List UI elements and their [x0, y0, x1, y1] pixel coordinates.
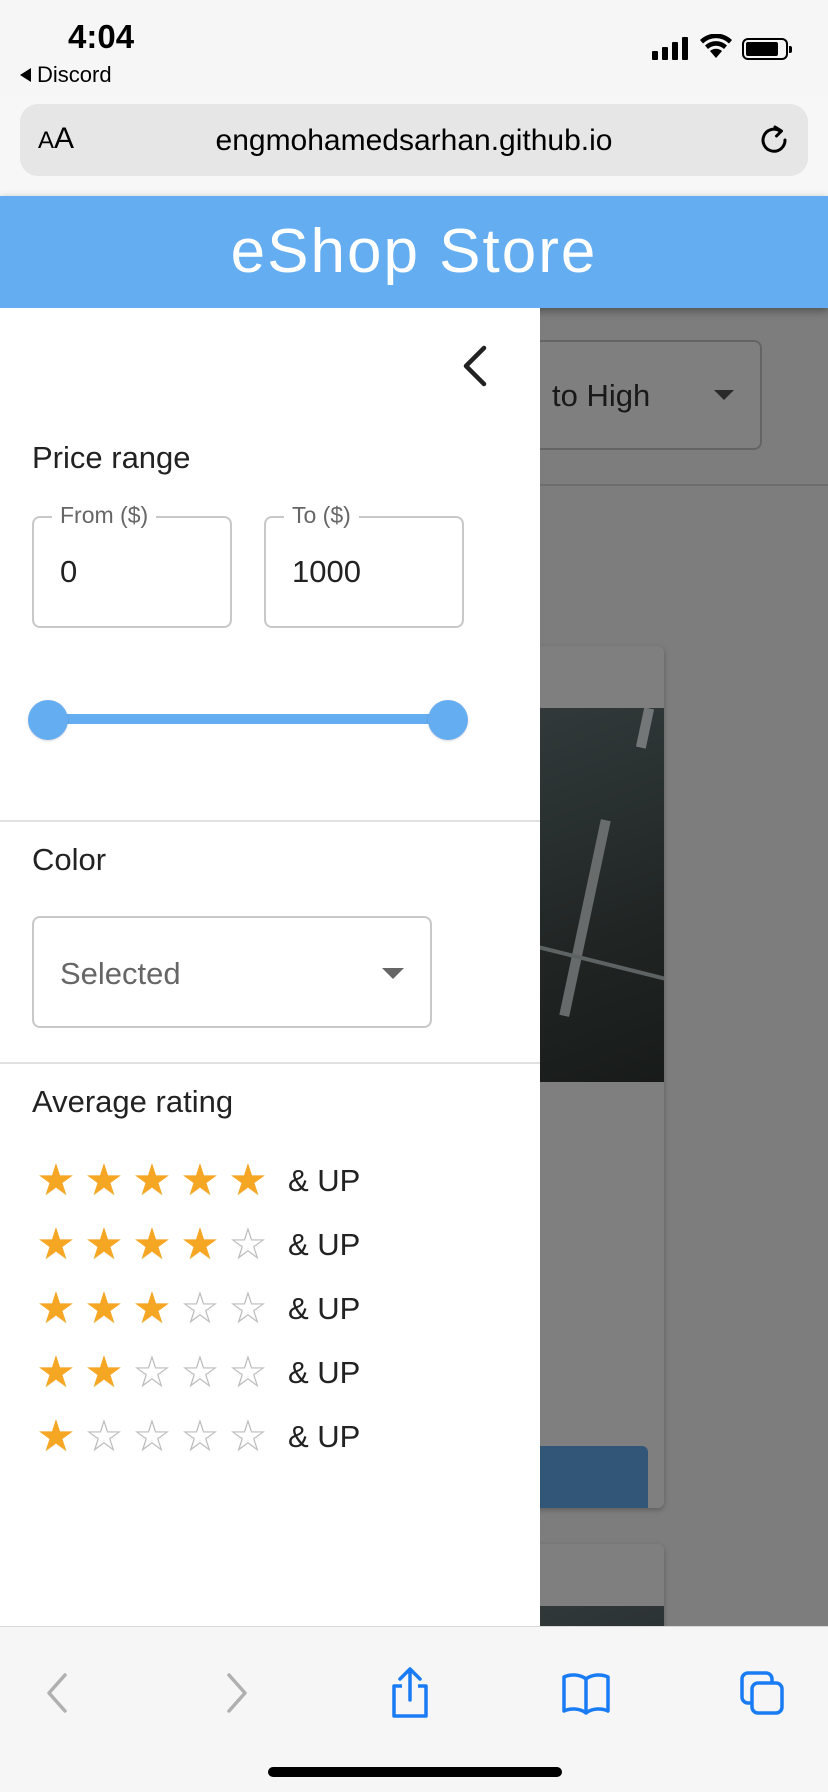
star-empty-icon: ☆ — [180, 1347, 220, 1398]
back-arrow-icon — [20, 68, 31, 82]
rating-label: & UP — [288, 1355, 361, 1390]
star-empty-icon: ☆ — [180, 1283, 220, 1334]
app-header: eShop Store — [0, 196, 828, 308]
star-filled-icon: ★ — [228, 1155, 268, 1206]
rating-label: & UP — [288, 1291, 361, 1326]
star-filled-icon: ★ — [84, 1219, 124, 1270]
cellular-signal-icon — [652, 36, 688, 60]
divider — [0, 820, 540, 822]
rating-label: & UP — [288, 1419, 361, 1454]
rating-filter-5-stars[interactable]: ★ ★ ★ ★ ★ & UP — [32, 1156, 360, 1206]
back-icon[interactable] — [28, 1663, 88, 1723]
forward-icon[interactable] — [206, 1663, 266, 1723]
status-bar: 4:04 Discord — [0, 0, 828, 96]
wifi-icon — [700, 34, 732, 58]
tabs-icon[interactable] — [732, 1663, 792, 1723]
star-empty-icon: ☆ — [84, 1411, 124, 1462]
chevron-left-icon[interactable] — [454, 342, 496, 390]
rating-filter-2-stars[interactable]: ★ ★ ☆ ☆ ☆ & UP — [32, 1348, 360, 1398]
star-filled-icon: ★ — [84, 1155, 124, 1206]
star-filled-icon: ★ — [36, 1283, 76, 1334]
color-select-value: Selected — [60, 956, 181, 991]
rating-filter-4-stars[interactable]: ★ ★ ★ ★ ☆ & UP — [32, 1220, 360, 1270]
star-filled-icon: ★ — [36, 1411, 76, 1462]
star-empty-icon: ☆ — [228, 1347, 268, 1398]
back-to-app-link[interactable]: Discord — [20, 62, 112, 88]
star-filled-icon: ★ — [84, 1347, 124, 1398]
star-filled-icon: ★ — [180, 1219, 220, 1270]
star-empty-icon: ☆ — [132, 1347, 172, 1398]
price-to-value[interactable]: 1000 — [292, 554, 361, 590]
star-empty-icon: ☆ — [228, 1283, 268, 1334]
battery-icon — [742, 38, 792, 60]
star-filled-icon: ★ — [36, 1347, 76, 1398]
average-rating-title: Average rating — [32, 1084, 234, 1119]
rating-label: & UP — [288, 1163, 361, 1198]
price-slider-max-handle[interactable] — [428, 700, 468, 740]
star-empty-icon: ☆ — [180, 1411, 220, 1462]
address-bar[interactable]: AA engmohamedsarhan.github.io — [20, 104, 808, 176]
bookmarks-icon[interactable] — [556, 1663, 616, 1723]
app-title: eShop Store — [230, 217, 598, 286]
url-text[interactable]: engmohamedsarhan.github.io — [20, 124, 808, 158]
status-time: 4:04 — [68, 18, 135, 55]
filter-drawer: Price range From ($) 0 To ($) 1000 Color… — [0, 308, 540, 1626]
color-select[interactable]: Selected — [32, 916, 432, 1028]
price-range-title: Price range — [32, 440, 191, 475]
rating-label: & UP — [288, 1227, 361, 1262]
star-filled-icon: ★ — [36, 1219, 76, 1270]
back-app-label: Discord — [37, 62, 112, 87]
price-from-value[interactable]: 0 — [60, 554, 77, 590]
share-icon[interactable] — [380, 1663, 440, 1723]
chevron-down-icon — [382, 968, 404, 979]
price-from-field[interactable]: From ($) 0 — [32, 502, 232, 628]
price-to-field[interactable]: To ($) 1000 — [264, 502, 464, 628]
color-title: Color — [32, 842, 107, 877]
rating-filter-1-stars[interactable]: ★ ☆ ☆ ☆ ☆ & UP — [32, 1412, 360, 1462]
star-filled-icon: ★ — [36, 1155, 76, 1206]
reload-icon[interactable] — [756, 122, 792, 158]
browser-toolbar — [0, 1626, 828, 1792]
star-filled-icon: ★ — [180, 1155, 220, 1206]
star-empty-icon: ☆ — [228, 1219, 268, 1270]
price-to-label: To ($) — [284, 502, 359, 529]
rating-filter-3-stars[interactable]: ★ ★ ★ ☆ ☆ & UP — [32, 1284, 360, 1334]
price-slider-track[interactable] — [46, 714, 448, 724]
star-filled-icon: ★ — [132, 1219, 172, 1270]
divider — [0, 1062, 540, 1064]
price-from-label: From ($) — [52, 502, 157, 529]
star-filled-icon: ★ — [132, 1155, 172, 1206]
star-empty-icon: ☆ — [132, 1411, 172, 1462]
star-filled-icon: ★ — [84, 1283, 124, 1334]
star-filled-icon: ★ — [132, 1283, 172, 1334]
price-slider-min-handle[interactable] — [28, 700, 68, 740]
home-indicator — [268, 1767, 562, 1777]
star-empty-icon: ☆ — [228, 1411, 268, 1462]
